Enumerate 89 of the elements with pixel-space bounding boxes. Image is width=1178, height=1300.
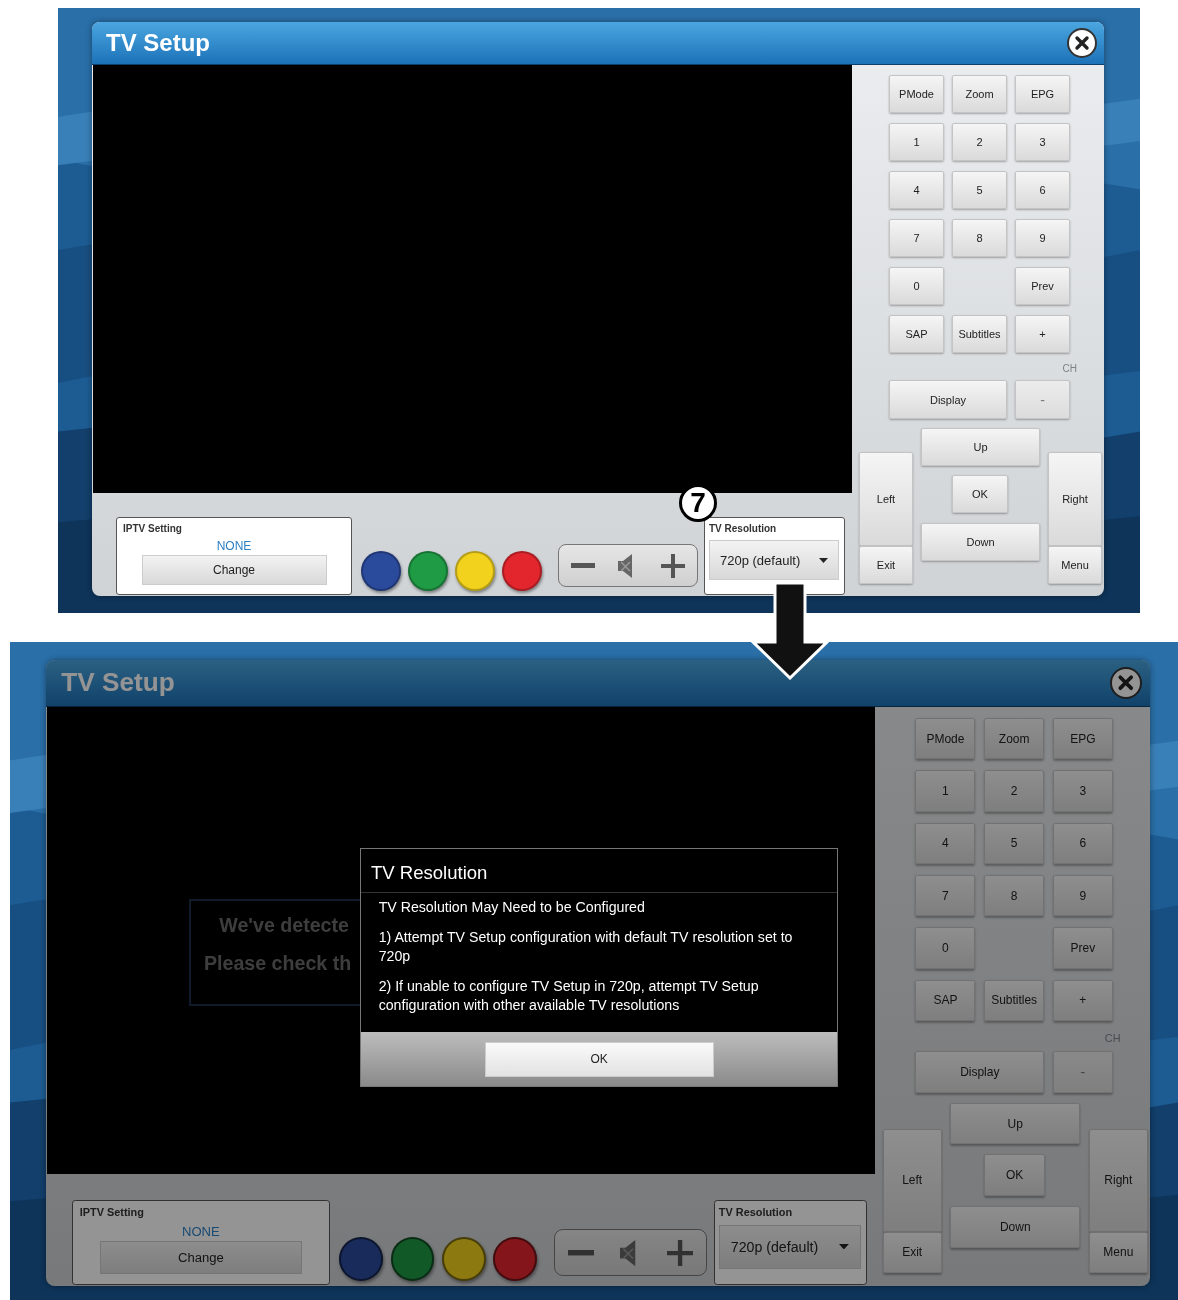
keypad-button[interactable]: Zoom [952,75,1007,113]
dialog-text: 1) Attempt TV Setup configuration with default TV resolution set to 720p [378,928,794,966]
caret-icon [838,1244,849,1250]
color-key-button[interactable] [361,551,401,591]
keypad-button[interactable]: Prev [1015,267,1070,305]
keypad-button[interactable]: + [1052,979,1113,1022]
keypad-button[interactable]: 6 [1015,171,1070,209]
caret-icon [819,557,828,563]
change-button[interactable]: Change [141,555,327,585]
up-button[interactable]: Up [921,428,1040,466]
left-button[interactable]: Left [882,1129,942,1232]
keypad-button[interactable]: 7 [915,874,976,917]
keypad-button[interactable]: PMode [889,75,944,113]
ok-button[interactable]: OK [484,1041,714,1077]
keypad-button[interactable]: Zoom [984,717,1045,760]
dialog-heading: TV Resolution May Need to be Configured [378,897,646,917]
panel-label: TV Resolution [709,523,777,534]
keypad-button[interactable]: 1 [889,123,944,161]
exit-button[interactable]: Exit [859,546,913,584]
exit-button[interactable]: Exit [882,1231,942,1273]
keypad-button[interactable]: Display [889,380,1007,419]
keypad-button[interactable]: Subtitles [952,315,1007,353]
up-button[interactable]: Up [950,1102,1081,1145]
keypad-button[interactable]: 5 [984,822,1045,864]
color-key-button[interactable] [339,1237,384,1281]
keypad-button[interactable]: 4 [915,822,976,864]
plus-icon[interactable] [661,553,686,578]
minus-icon[interactable] [568,1249,595,1257]
panel-label: IPTV Setting [79,1206,144,1219]
keypad-button[interactable]: EPG [1015,75,1070,113]
keypad-button[interactable]: 2 [952,123,1007,161]
close-icon [1117,674,1135,692]
keypad-button[interactable]: SAP [889,315,944,353]
keypad-button[interactable]: 2 [984,770,1045,812]
menu-button[interactable]: Menu [1048,546,1102,584]
message-text: Please check th [203,952,352,976]
close-button[interactable] [1109,666,1143,700]
step-callout: 7 [679,484,717,522]
keypad-button[interactable]: Prev [1052,927,1113,969]
iptv-value: NONE [216,539,252,553]
color-key-button[interactable] [408,551,448,591]
color-key-button[interactable] [493,1237,537,1281]
change-button[interactable]: Change [100,1241,302,1274]
ok-button[interactable]: OK [952,475,1008,513]
dialog-text: 2) If unable to configure TV Setup in 720p, attempt TV Setup configuration with other available TV resolutions [378,977,760,1014]
keypad-button[interactable]: Subtitles [984,979,1045,1022]
left-button[interactable]: Left [859,452,913,546]
close-button[interactable] [1067,28,1097,58]
keypad-button[interactable]: 8 [984,874,1045,917]
dialog-title: TV Resolution [361,848,837,894]
keypad-button[interactable]: 4 [889,171,944,209]
keypad-button[interactable]: 9 [1052,874,1113,917]
keypad-button[interactable]: 3 [1052,770,1113,812]
color-key-button[interactable] [502,551,542,591]
window-title: TV Setup [61,667,175,699]
keypad-button[interactable]: Display [915,1050,1045,1094]
close-icon [1074,35,1090,51]
plus-icon[interactable] [667,1239,694,1266]
keypad-button[interactable]: 9 [1015,219,1070,257]
keypad-button[interactable]: 3 [1015,123,1070,161]
window-title: TV Setup [106,29,210,57]
resolution-dropdown[interactable]: 720p (default) [718,1224,861,1269]
down-button[interactable]: Down [950,1206,1081,1248]
keypad-button[interactable]: 0 [915,927,976,969]
right-button[interactable]: Right [1048,452,1102,546]
keypad-button[interactable]: 8 [952,219,1007,257]
keypad-button[interactable]: 6 [1052,822,1113,864]
panel-label: TV Resolution [718,1206,793,1219]
keypad-button[interactable]: EPG [1052,717,1113,760]
panel-label: IPTV Setting [123,523,182,534]
keypad-button[interactable]: 5 [952,171,1007,209]
color-key-button[interactable] [390,1237,435,1281]
keypad-button[interactable]: SAP [915,979,976,1022]
keypad-button[interactable]: + [1015,315,1070,353]
minus-icon[interactable] [570,562,595,569]
right-button[interactable]: Right [1088,1129,1148,1232]
iptv-value: NONE [182,1223,220,1239]
color-key-button[interactable] [441,1237,486,1281]
keypad-button[interactable]: 7 [889,219,944,257]
down-button[interactable]: Down [921,523,1040,561]
menu-button[interactable]: Menu [1088,1231,1148,1273]
ok-button[interactable]: OK [984,1154,1046,1196]
channel-label: CH [1062,363,1077,374]
keypad-button[interactable]: 1 [915,770,976,812]
keypad-button[interactable]: PMode [915,717,976,760]
keypad-button[interactable]: 0 [889,267,944,305]
resolution-dropdown[interactable]: 720p (default) [709,540,839,580]
color-key-button[interactable] [455,551,495,591]
message-text: We've detecte [218,913,349,937]
